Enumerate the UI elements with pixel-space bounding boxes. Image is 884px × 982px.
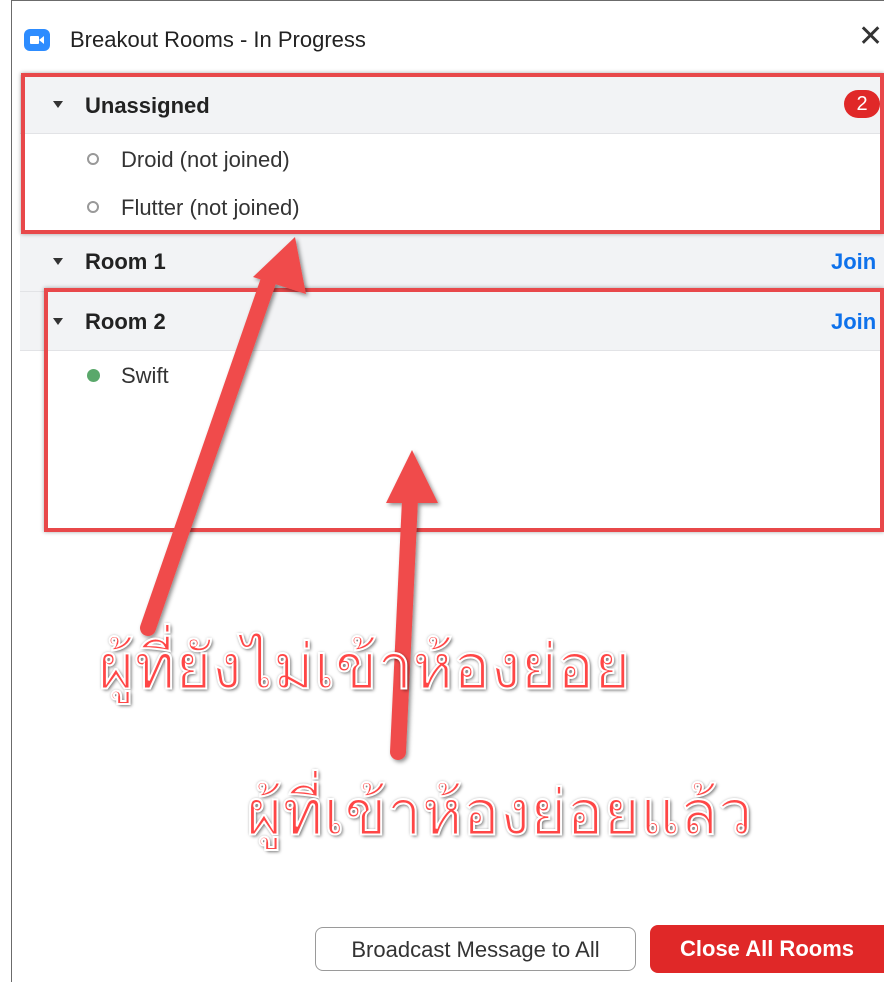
status-not-joined-icon [87,201,99,213]
section-room2-label: Room 2 [85,309,166,334]
window-title: Breakout Rooms - In Progress [70,27,366,52]
unassigned-count-badge: 2 [844,90,880,118]
join-room1-button[interactable]: Join [831,249,876,275]
participant-flutter[interactable]: Flutter (not joined) [121,195,300,221]
zoom-camera-icon [24,29,50,51]
chevron-down-icon[interactable] [53,318,63,325]
close-all-rooms-button[interactable]: Close All Rooms [650,925,884,973]
chevron-down-icon[interactable] [53,258,63,265]
status-not-joined-icon [87,153,99,165]
participant-swift[interactable]: Swift [121,363,169,389]
section-unassigned-label: Unassigned [85,93,210,118]
chevron-down-icon[interactable] [53,101,63,108]
annotation-joined: ผู้ที่เข้าห้องย่อยแล้ว [245,775,754,850]
participant-droid[interactable]: Droid (not joined) [121,147,290,173]
broadcast-message-button[interactable]: Broadcast Message to All [315,927,636,971]
annotation-not-joined: ผู้ที่ยังไม่เข้าห้องย่อย [97,629,632,704]
close-icon[interactable]: ✕ [858,22,883,52]
join-room2-button[interactable]: Join [831,309,876,335]
section-room1-label: Room 1 [85,249,166,274]
status-joined-icon [87,369,100,382]
